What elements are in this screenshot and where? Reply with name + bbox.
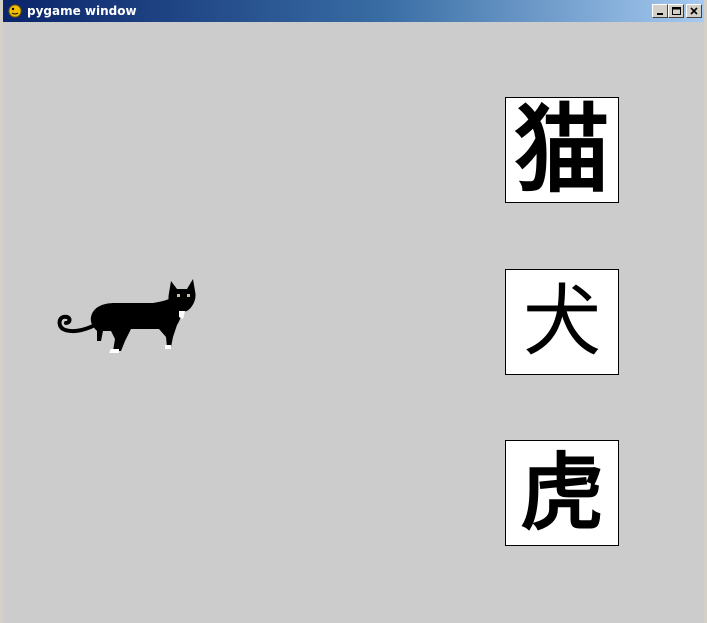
- kanji-card[interactable]: 犬: [505, 269, 619, 375]
- kanji-character: 猫: [514, 97, 610, 203]
- close-button[interactable]: [686, 4, 702, 18]
- cat-icon[interactable]: [53, 267, 198, 357]
- minimize-icon: [657, 13, 663, 15]
- window-controls: [652, 4, 702, 18]
- kanji-character: 虎: [519, 443, 604, 542]
- game-canvas[interactable]: 猫 犬 虎: [3, 22, 704, 623]
- minimize-button[interactable]: [652, 4, 668, 18]
- pygame-window: pygame window 猫 犬 虎: [0, 0, 707, 623]
- kanji-card[interactable]: 猫: [505, 97, 619, 203]
- kanji-character: 犬: [522, 277, 601, 367]
- kanji-card[interactable]: 虎: [505, 440, 619, 546]
- window-title: pygame window: [27, 4, 137, 18]
- close-icon: [690, 7, 698, 15]
- title-bar[interactable]: pygame window: [3, 0, 704, 22]
- maximize-button[interactable]: [668, 4, 684, 18]
- maximize-icon: [671, 7, 681, 15]
- pygame-snake-icon: [7, 3, 23, 19]
